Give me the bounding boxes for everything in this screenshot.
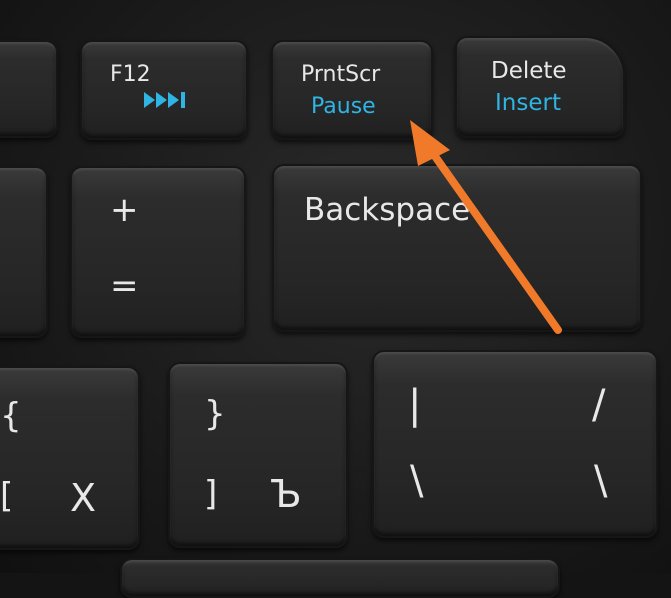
- backslash-bottom-right-label: \: [594, 458, 608, 504]
- backspace-label: Backspace: [304, 192, 471, 228]
- f12-label: F12: [110, 62, 151, 87]
- prntscr-pause-key[interactable]: PrntScr Pause: [271, 40, 433, 140]
- f12-key[interactable]: F12: [80, 40, 248, 140]
- backslash-pipe-key[interactable]: | / \ \: [372, 350, 658, 538]
- bracket-left-label: [: [0, 476, 14, 516]
- brace-left-top-label: {: [0, 396, 22, 436]
- pause-label: Pause: [311, 94, 376, 119]
- plus-label: +: [110, 190, 139, 230]
- bracket-right-label: ]: [204, 474, 218, 514]
- equals-label: =: [110, 266, 139, 306]
- slash-top-right-label: /: [592, 382, 606, 428]
- brace-left-key[interactable]: { [ Х: [0, 366, 140, 550]
- plus-equals-key[interactable]: + =: [70, 166, 246, 338]
- fast-forward-icon: [144, 90, 190, 114]
- insert-label: Insert: [495, 90, 561, 116]
- backspace-key[interactable]: Backspace: [272, 164, 642, 332]
- cyrillic-ha-label: Х: [70, 476, 97, 520]
- brace-right-top-label: }: [204, 394, 226, 434]
- brace-right-key[interactable]: } ] Ъ: [168, 362, 348, 548]
- partial-key-left-top[interactable]: [0, 40, 58, 138]
- pipe-label: |: [408, 382, 422, 428]
- cyrillic-hard-sign-label: Ъ: [270, 472, 302, 516]
- partial-key-bottom[interactable]: [120, 558, 560, 598]
- delete-label: Delete: [491, 58, 567, 84]
- delete-insert-key[interactable]: Delete Insert: [455, 36, 625, 138]
- keyboard-deck: F12 PrntScr Pause Delete Insert + = Back…: [0, 0, 671, 598]
- partial-key-left-middle[interactable]: [0, 166, 48, 338]
- prntscr-label: PrntScr: [301, 62, 381, 87]
- backslash-bottom-left-label: \: [410, 458, 424, 504]
